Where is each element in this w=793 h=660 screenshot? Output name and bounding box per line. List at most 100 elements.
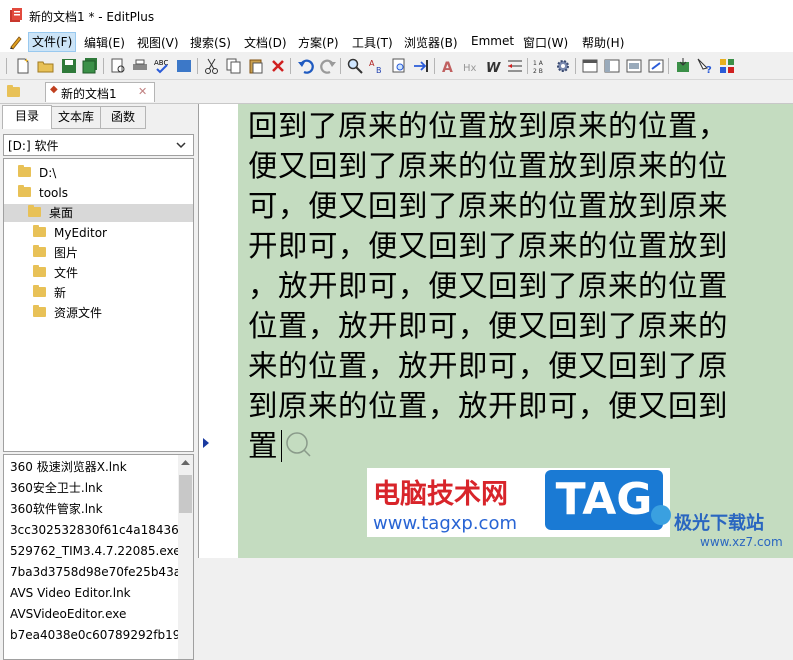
- replace-icon[interactable]: AB: [368, 57, 386, 75]
- watermark-brand-url: www.xz7.com: [700, 535, 783, 549]
- redo-icon[interactable]: [319, 57, 337, 75]
- window-icon-1[interactable]: [581, 57, 599, 75]
- scroll-thumb[interactable]: [179, 475, 192, 513]
- list-item[interactable]: AVSVideoEditor.exe: [10, 604, 126, 625]
- svg-text:W: W: [486, 61, 501, 75]
- paste-icon[interactable]: [247, 57, 265, 75]
- open-folder-icon[interactable]: [37, 57, 55, 75]
- text-cursor: [281, 430, 282, 462]
- menu-project[interactable]: 方案(P): [298, 34, 339, 51]
- editor-gutter: [198, 104, 239, 558]
- list-item[interactable]: 7ba3d3758d98e70fe25b43a0: [10, 562, 179, 583]
- context-help-icon[interactable]: ?: [696, 57, 714, 75]
- list-item[interactable]: 360 极速浏览器X.lnk: [10, 457, 127, 478]
- tab-new-document-1[interactable]: ◆ 新的文档1 ✕: [45, 82, 155, 102]
- title-bar: 新的文档1 * - EditPlus: [0, 0, 793, 32]
- print-icon[interactable]: [131, 57, 149, 75]
- save-all-icon[interactable]: [81, 57, 99, 75]
- tab-functions[interactable]: 函数: [100, 106, 146, 129]
- menu-file[interactable]: 文件(F): [28, 32, 77, 52]
- menu-tools[interactable]: 工具(T): [352, 34, 393, 51]
- editor-line: 置: [248, 429, 279, 463]
- menu-window[interactable]: 窗口(W): [523, 34, 568, 51]
- list-item[interactable]: 360安全卫士.lnk: [10, 478, 103, 499]
- toolbar: ABC AB A Hx W 1 A2 B ?: [0, 53, 793, 80]
- svg-text:?: ?: [706, 65, 712, 75]
- editor-line: 可，便又回到了原来的位置放到原来: [248, 189, 729, 223]
- watermark-site-url: www.tagxp.com: [373, 513, 517, 534]
- list-item[interactable]: 360软件管家.lnk: [10, 499, 103, 520]
- watermark-tag-logo: TAG: [545, 470, 663, 530]
- find-icon[interactable]: [346, 57, 364, 75]
- goto-line-icon[interactable]: [412, 57, 430, 75]
- tree-item-selected[interactable]: 桌面: [4, 204, 193, 222]
- window-icon-2[interactable]: [603, 57, 621, 75]
- menu-search[interactable]: 搜索(S): [190, 34, 231, 51]
- svg-text:Hx: Hx: [463, 63, 477, 74]
- file-list-scrollbar[interactable]: [178, 454, 194, 660]
- delete-icon[interactable]: [269, 57, 287, 75]
- modified-marker-icon: ◆: [50, 84, 58, 95]
- tab-cliptext[interactable]: 文本库: [51, 106, 101, 129]
- editor-line: 便又回到了原来的位置放到原来的位: [248, 149, 729, 183]
- save-icon[interactable]: [60, 57, 78, 75]
- print-preview-icon[interactable]: [109, 57, 127, 75]
- preview-icon[interactable]: [175, 57, 193, 75]
- menu-edit[interactable]: 编辑(E): [84, 34, 125, 51]
- list-item[interactable]: 529762_TIM3.4.7.22085.exe: [10, 541, 179, 562]
- file-list[interactable]: 360 极速浏览器X.lnk 360安全卫士.lnk 360软件管家.lnk 3…: [3, 454, 180, 660]
- folder-toggle-icon[interactable]: [7, 83, 20, 99]
- tab-directory[interactable]: 目录: [2, 105, 52, 129]
- pencil-icon: [10, 36, 22, 50]
- editor-line: 到原来的位置，放开即可，便又回到: [248, 389, 729, 423]
- line-number-icon[interactable]: [506, 57, 524, 75]
- column-select-icon[interactable]: 1 A2 B: [533, 57, 551, 75]
- window-icon-3[interactable]: [625, 57, 643, 75]
- html-toolbar-icon[interactable]: Hx: [462, 57, 480, 75]
- directory-panel: 目录 文本库 函数 [D:] 软件 D:\ tools 桌面 MyEditor …: [0, 104, 197, 660]
- scroll-up-icon[interactable]: [181, 459, 190, 465]
- menu-bar: 文件(F) 编辑(E) 视图(V) 搜索(S) 文档(D) 方案(P) 工具(T…: [0, 32, 793, 52]
- list-item[interactable]: 3cc302532830f61c4a1843616: [10, 520, 179, 541]
- chevron-down-icon: [176, 142, 186, 149]
- settings-gear-icon[interactable]: [554, 57, 572, 75]
- menu-help[interactable]: 帮助(H): [582, 34, 624, 51]
- editplus-app-icon: [10, 8, 22, 22]
- menu-document[interactable]: 文档(D): [244, 34, 287, 51]
- svg-text:1 A: 1 A: [533, 60, 544, 67]
- font-icon[interactable]: A: [440, 57, 458, 75]
- find-in-files-icon[interactable]: [390, 57, 408, 75]
- menu-browser[interactable]: 浏览器(B): [404, 34, 458, 51]
- list-item[interactable]: AVS Video Editor.lnk: [10, 583, 131, 604]
- svg-text:A: A: [369, 59, 375, 68]
- window-icon-4[interactable]: [647, 57, 665, 75]
- window-title: 新的文档1 * - EditPlus: [29, 10, 155, 24]
- search-circle-icon: [286, 432, 311, 457]
- menu-view[interactable]: 视图(V): [137, 34, 179, 51]
- watermark-site-name: 电脑技术网: [373, 479, 508, 510]
- undo-icon[interactable]: [297, 57, 315, 75]
- tab-close-icon[interactable]: ✕: [138, 85, 147, 98]
- editor-line: ，放开即可，便又回到了原来的位置: [248, 269, 729, 303]
- drive-select[interactable]: [D:] 软件: [3, 134, 194, 156]
- plugin-icon[interactable]: [718, 57, 736, 75]
- spellcheck-icon[interactable]: ABC: [153, 57, 171, 75]
- editor-line: 回到了原来的位置放到原来的位置，: [248, 109, 729, 143]
- editor-line: 开即可，便又回到了原来的位置放到: [248, 229, 729, 263]
- editor-line: 位置，放开即可，便又回到了原来的: [248, 309, 729, 343]
- svg-text:B: B: [376, 66, 382, 75]
- folder-tree[interactable]: D:\ tools 桌面 MyEditor 图片 文件 新 资源文件: [3, 158, 194, 452]
- tab-label: 新的文档1: [61, 87, 117, 101]
- list-item[interactable]: b7ea4038e0c60789292fb194: [10, 625, 179, 646]
- menu-emmet[interactable]: Emmet: [471, 34, 514, 48]
- editor-line: 来的位置，放开即可，便又回到了原: [248, 349, 729, 383]
- clip-icon[interactable]: [674, 57, 692, 75]
- copy-icon[interactable]: [225, 57, 243, 75]
- cut-icon[interactable]: [203, 57, 221, 75]
- drive-select-value: [D:] 软件: [8, 139, 59, 153]
- word-wrap-icon[interactable]: W: [484, 57, 502, 75]
- watermark-brand: 极光下载站: [674, 513, 764, 534]
- document-tab-bar: ◆ 新的文档1 ✕: [0, 80, 793, 104]
- svg-text:A: A: [442, 60, 453, 75]
- new-file-icon[interactable]: [14, 57, 32, 75]
